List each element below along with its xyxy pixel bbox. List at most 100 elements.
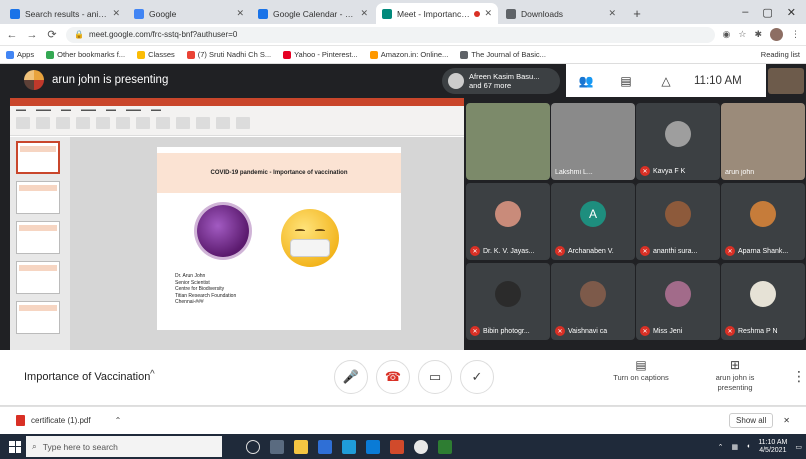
browser-tab[interactable]: Google ✕	[128, 3, 250, 24]
network-icon[interactable]: ▦	[731, 443, 738, 451]
chevron-up-icon[interactable]: ⌃	[115, 416, 122, 425]
reload-icon[interactable]: ⟳	[46, 28, 58, 41]
participant-tile[interactable]: ✕ Reshma P N	[721, 263, 805, 340]
chevron-up-icon[interactable]: ⌃	[718, 443, 724, 451]
slide-thumbnail	[16, 221, 60, 254]
bookmark-icon	[186, 50, 195, 59]
participant-name-row: ✕ Miss Jeni	[640, 326, 716, 336]
participant-tile[interactable]: ✕ Bibin photogr...	[466, 263, 550, 340]
participant-avatar	[495, 281, 521, 307]
taskbar-apps	[246, 439, 452, 454]
forward-icon[interactable]: →	[26, 29, 38, 41]
maximize-icon[interactable]: ▢	[762, 6, 772, 19]
mic-toggle-button[interactable]: 🎤	[334, 360, 368, 394]
people-icon[interactable]: 👥	[566, 74, 606, 88]
back-icon[interactable]: ←	[6, 29, 18, 41]
bookmark-item[interactable]: The Journal of Basic...	[460, 50, 546, 59]
powerpoint-icon[interactable]	[390, 439, 404, 454]
cortana-icon[interactable]	[246, 439, 260, 454]
camera-toggle-button[interactable]: ▭	[418, 360, 452, 394]
browser-tab[interactable]: Google Calendar - Weekly...✕	[252, 3, 374, 24]
url-text: meet.google.com/frc-sstq-bnf?authuser=0	[88, 30, 238, 39]
address-bar[interactable]: 🔒 meet.google.com/frc-sstq-bnf?authuser=…	[66, 26, 715, 43]
browser-tab[interactable]: Meet - Importance of Va... ✕	[376, 3, 498, 24]
participants-pill[interactable]: Afreen Kasim Basu... and 67 more	[442, 68, 560, 94]
participant-name-row: ✕ Bibin photogr...	[470, 326, 546, 336]
leave-call-button[interactable]: ☎	[376, 360, 410, 394]
browser-tab[interactable]: Downloads ✕	[500, 3, 622, 24]
participant-name: arun john	[725, 169, 755, 176]
downloads-bar: certificate (1).pdf ⌃ Show all ✕	[0, 406, 806, 434]
search-icon: ⌕	[32, 441, 37, 451]
participant-tile[interactable]	[466, 103, 550, 180]
meeting-title[interactable]: Importance of Vaccination	[24, 371, 150, 383]
bookmark-item[interactable]: Amazon.in: Online...	[369, 50, 448, 59]
extension-icon[interactable]: ✱	[754, 29, 762, 40]
participant-tile[interactable]: ✕ Vaishnavi ca	[551, 263, 635, 340]
bookmark-icon	[460, 50, 469, 59]
participant-tile[interactable]: A ✕ Archanaben V.	[551, 183, 635, 260]
store-icon[interactable]	[366, 439, 380, 454]
slide-thumbnail	[16, 301, 60, 334]
volume-icon[interactable]: ◖	[746, 443, 750, 450]
camera-icon[interactable]: ◉	[723, 29, 731, 40]
bookmark-item[interactable]: Classes	[137, 50, 175, 59]
start-button[interactable]	[4, 434, 26, 459]
minimize-icon[interactable]: –	[742, 6, 748, 18]
mail-icon[interactable]	[318, 439, 332, 454]
notification-icon[interactable]: ▭	[795, 443, 802, 451]
close-tab-icon[interactable]: ✕	[484, 8, 492, 19]
file-explorer-icon[interactable]	[294, 439, 308, 454]
bookmark-item[interactable]: (7) Sruti Nadhi Ch S...	[186, 50, 271, 59]
close-window-icon[interactable]: ✕	[787, 6, 796, 19]
show-all-button[interactable]: Show all	[729, 413, 774, 428]
bookmark-item[interactable]: Other bookmarks f...	[46, 50, 125, 59]
chat-icon[interactable]: ▤	[606, 74, 646, 88]
participant-name: Kavya F K	[653, 167, 686, 175]
participant-tile[interactable]: Lakshmi L...	[551, 103, 635, 180]
participant-name-row: arun john	[725, 169, 801, 176]
tab-title: Downloads	[521, 8, 564, 19]
download-item[interactable]: certificate (1).pdf ⌃	[16, 415, 121, 426]
taskbar-search[interactable]: ⌕ Type here to search	[26, 436, 222, 457]
meeting-details-caret[interactable]: ^	[150, 369, 155, 380]
participant-tile[interactable]: ✕ Aparna Shank...	[721, 183, 805, 260]
participant-name-row: ✕ Vaishnavi ca	[555, 326, 631, 336]
chrome-icon[interactable]	[414, 439, 428, 454]
task-view-icon[interactable]	[270, 439, 284, 454]
profile-avatar[interactable]	[770, 28, 783, 41]
taskbar-search-placeholder: Type here to search	[42, 441, 118, 452]
tab-favicon-icon	[382, 8, 392, 19]
participant-tile[interactable]: ✕ ananthi sura...	[636, 183, 720, 260]
bookmark-item[interactable]: Apps	[6, 50, 34, 59]
participant-avatar	[665, 121, 691, 147]
close-tab-icon[interactable]: ✕	[236, 8, 244, 19]
app-icon[interactable]	[438, 439, 452, 454]
presenting-control[interactable]: ⊞ arun john is presenting	[700, 358, 770, 393]
participant-tile[interactable]: ✕ Dr. K. V. Jayas...	[466, 183, 550, 260]
edge-icon[interactable]	[342, 439, 356, 454]
meet-top-controls: 👥 ▤ △ 11:10 AM	[566, 64, 766, 97]
participant-tile[interactable]: arun john	[721, 103, 805, 180]
reading-list-button[interactable]: Reading list	[761, 50, 800, 59]
participant-tile[interactable]: ✕ Kavya F K	[636, 103, 720, 180]
close-tab-icon[interactable]: ✕	[112, 8, 120, 19]
activities-icon[interactable]: △	[646, 74, 686, 88]
more-options-icon[interactable]: ⋮	[792, 368, 806, 385]
raise-hand-button[interactable]: ✓	[460, 360, 494, 394]
close-downloads-icon[interactable]: ✕	[783, 416, 790, 425]
bookmark-item[interactable]: Yahoo - Pinterest...	[283, 50, 358, 59]
new-tab-button[interactable]: +	[628, 4, 646, 22]
close-tab-icon[interactable]: ✕	[360, 8, 368, 19]
star-icon[interactable]: ☆	[738, 29, 746, 40]
taskbar-clock[interactable]: 11:10 AM 4/5/2021	[758, 439, 787, 455]
self-view-video[interactable]	[768, 68, 804, 94]
browser-tab[interactable]: Search results - anilajayan@... ✕	[4, 3, 126, 24]
menu-icon[interactable]: ⋮	[791, 29, 800, 40]
slide-thumbnail	[16, 181, 60, 214]
close-tab-icon[interactable]: ✕	[608, 8, 616, 19]
captions-button[interactable]: ▤ Turn on captions	[606, 359, 676, 383]
present-screen-icon: ⊞	[729, 358, 741, 372]
participant-tile[interactable]: ✕ Miss Jeni	[636, 263, 720, 340]
participant-name: Miss Jeni	[653, 327, 683, 335]
